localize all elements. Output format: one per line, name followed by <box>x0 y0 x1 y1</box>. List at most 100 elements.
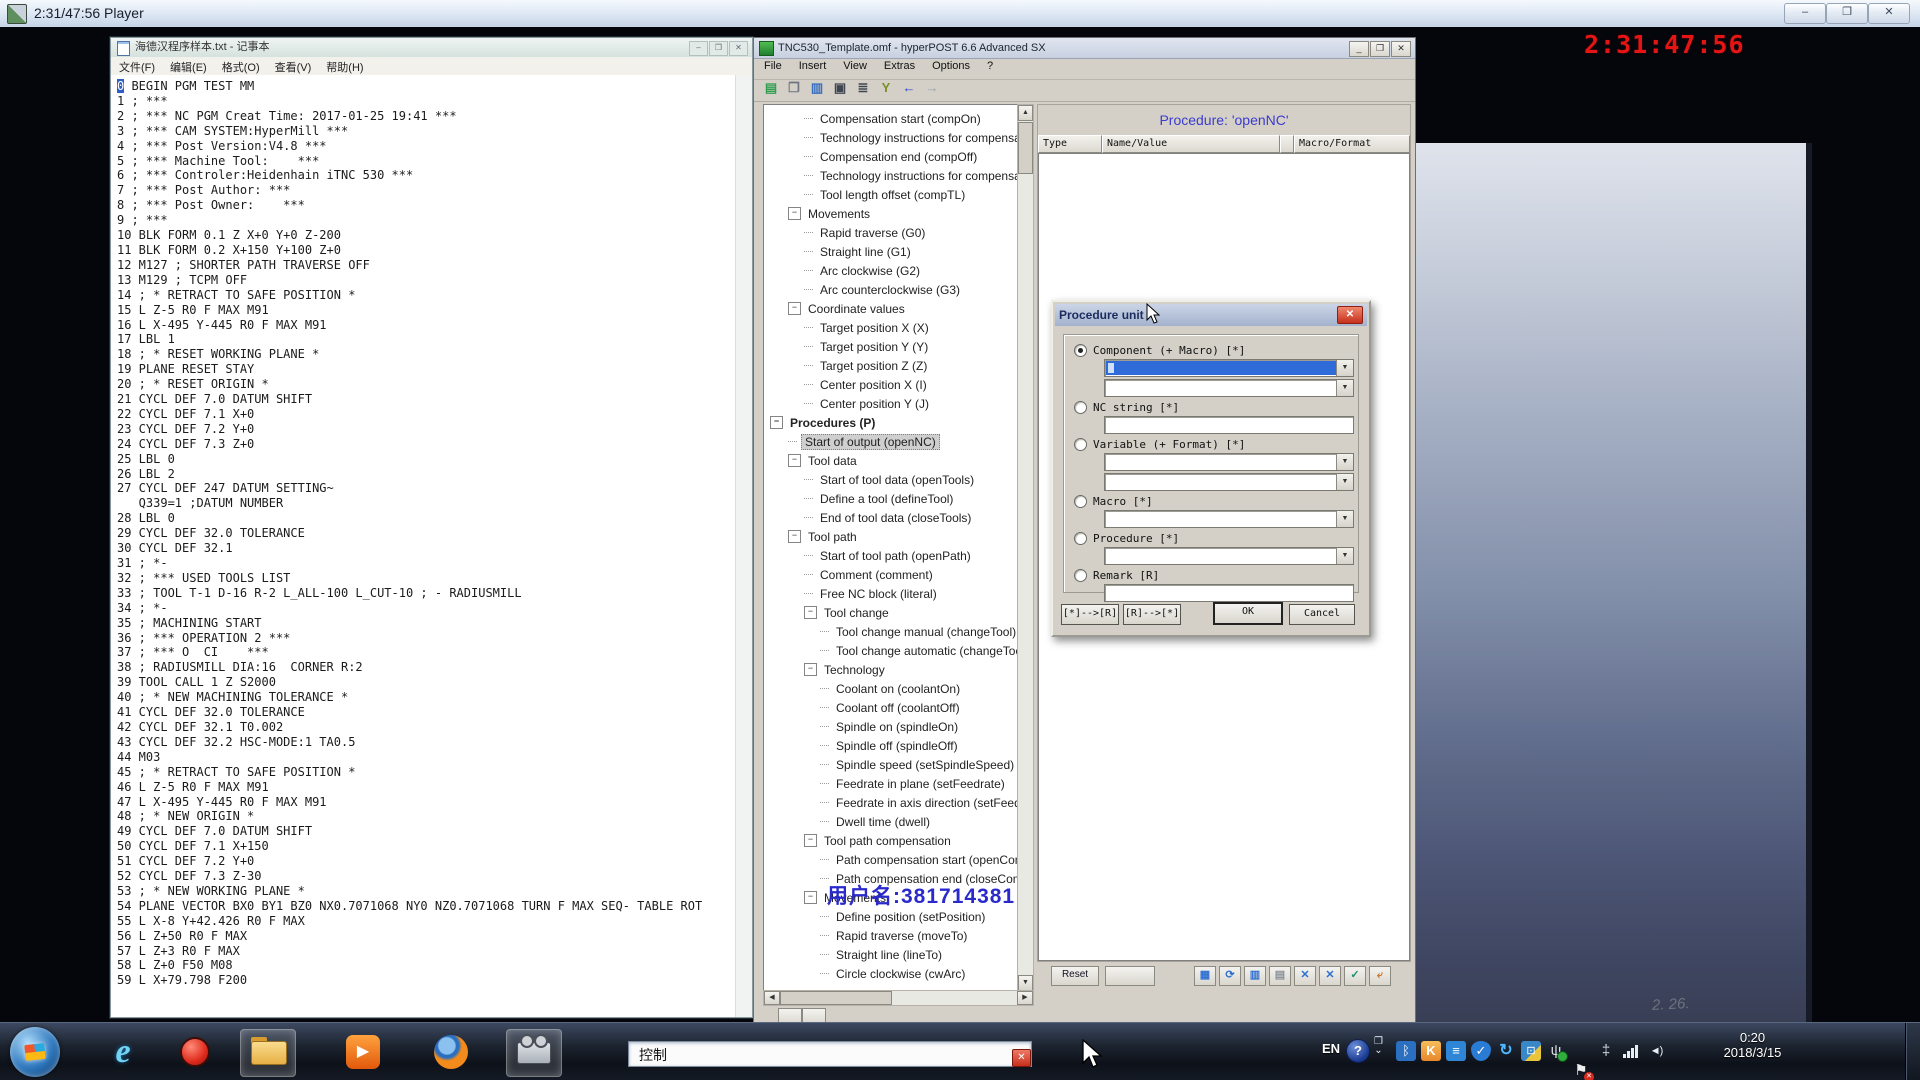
tree-item[interactable]: Target position Z (Z) <box>804 356 930 375</box>
tree-item[interactable]: Straight line (lineTo) <box>820 945 945 964</box>
save-icon[interactable]: ▣ <box>831 79 849 97</box>
tree-item[interactable]: Rapid traverse (G0) <box>804 223 928 242</box>
app-k-icon[interactable]: K <box>1421 1041 1441 1061</box>
tree-item[interactable]: Technology instructions for compensat <box>804 128 1019 147</box>
dialog-close-icon[interactable]: ✕ <box>1337 306 1363 324</box>
radio-button[interactable] <box>1074 401 1087 414</box>
close-button[interactable]: ✕ <box>1391 41 1411 57</box>
forward-icon[interactable]: → <box>923 79 941 97</box>
list-view-icon[interactable]: ▤ <box>1269 966 1291 986</box>
close-icon[interactable]: ✕ <box>1319 966 1341 986</box>
menu-item[interactable]: 文件(F) <box>119 59 155 76</box>
tree-item[interactable]: −Coordinate values <box>788 299 908 318</box>
tree-item[interactable]: Center position Y (J) <box>804 394 932 413</box>
tree-item[interactable]: Comment (comment) <box>804 565 936 584</box>
tree-item[interactable]: Technology instructions for compensat <box>804 166 1019 185</box>
tree-item[interactable]: Target position Y (Y) <box>804 337 931 356</box>
tree-item[interactable]: Feedrate in axis direction (setFeedr <box>820 793 1019 812</box>
usb-icon[interactable]: ψ <box>1546 1041 1566 1061</box>
radio-button[interactable] <box>1074 344 1087 357</box>
bluetooth-icon[interactable]: ᛒ <box>1396 1041 1416 1061</box>
tree-item[interactable]: −Tool data <box>788 451 860 470</box>
notepad-text-area[interactable]: 0 BEGIN PGM TEST MM1 ; ***2 ; *** NC PGM… <box>111 75 736 1017</box>
collapse-icon[interactable]: − <box>804 891 817 904</box>
new-file-icon[interactable]: ▤ <box>762 79 780 97</box>
tree-item[interactable]: Feedrate in plane (setFeedrate) <box>820 774 1008 793</box>
tree-horizontal-scrollbar[interactable]: ◀ ▶ <box>763 990 1034 1006</box>
tree-item[interactable]: Compensation end (compOff) <box>804 147 980 166</box>
sync-swirl-icon[interactable]: ↻ <box>1496 1041 1516 1061</box>
tree-item[interactable]: Arc clockwise (G2) <box>804 261 923 280</box>
text-field[interactable] <box>1104 416 1354 434</box>
tree-item[interactable]: Spindle on (spindleOn) <box>820 717 961 736</box>
apply-icon[interactable]: ✓ <box>1344 966 1366 986</box>
field-close-icon[interactable]: ✕ <box>1012 1049 1031 1067</box>
collapse-icon[interactable]: − <box>804 834 817 847</box>
radio-button[interactable] <box>1074 532 1087 545</box>
tree-item[interactable]: Path compensation start (openCom <box>820 850 1019 869</box>
start-button[interactable] <box>10 1027 60 1077</box>
tree-item[interactable]: −Tool path <box>788 527 860 546</box>
video-area[interactable]: 2:31:47:56 2. 26. 海德汉程序样本.txt - 记事本 –❐✕ … <box>0 27 1920 1022</box>
dropdown-arrow-icon[interactable]: ▼ <box>1336 548 1353 564</box>
tree-item[interactable]: −Technology <box>804 660 888 679</box>
taskbar-clock[interactable]: 0:20 2018/3/15 <box>1695 1030 1810 1060</box>
power-plug-icon[interactable]: ‡ <box>1596 1041 1616 1061</box>
minimize-button[interactable]: – <box>1784 3 1826 24</box>
tree-item[interactable]: −Movements <box>788 204 873 223</box>
notepad-scrollbar[interactable] <box>735 75 752 1017</box>
tree-item[interactable]: Start of tool path (openPath) <box>804 546 974 565</box>
tree-item[interactable]: Spindle speed (setSpindleSpeed) <box>820 755 1017 774</box>
tree-item[interactable]: Center position X (I) <box>804 375 930 394</box>
maximize-button[interactable]: ❐ <box>1370 41 1390 57</box>
capture-icon[interactable]: ⊡ <box>1521 1041 1541 1061</box>
tree-item[interactable]: Straight line (G1) <box>804 242 914 261</box>
column-header[interactable]: Name/Value <box>1102 135 1280 153</box>
collapse-icon[interactable]: − <box>804 663 817 676</box>
tree-item[interactable]: End of tool data (closeTools) <box>804 508 974 527</box>
text-field[interactable] <box>1104 584 1354 602</box>
paste-icon[interactable]: ❐ <box>785 79 803 97</box>
close-button[interactable]: ✕ <box>1868 3 1910 24</box>
filter-icon[interactable]: Y <box>877 79 895 97</box>
tree-item[interactable]: Coolant off (coolantOff) <box>820 698 963 717</box>
collapse-icon[interactable]: − <box>788 207 801 220</box>
media-player-button[interactable]: ▶ <box>336 1029 390 1075</box>
flag-icon[interactable]: ⚑✕ <box>1571 1061 1591 1080</box>
scroll-left-icon[interactable]: ◀ <box>764 991 780 1005</box>
column-header[interactable]: Type <box>1038 135 1102 153</box>
back-icon[interactable]: ← <box>900 79 918 97</box>
close-button[interactable]: ✕ <box>729 41 748 56</box>
delete-icon[interactable]: ✕ <box>1294 966 1316 986</box>
help-tray-icon[interactable]: ? <box>1346 1039 1370 1063</box>
browser-button[interactable] <box>424 1029 478 1075</box>
shield-icon[interactable]: ✓ <box>1471 1041 1491 1061</box>
grid-view-icon[interactable]: ▦ <box>1194 966 1216 986</box>
scroll-down-icon[interactable]: ▼ <box>1018 975 1033 991</box>
minimize-button[interactable]: _ <box>1349 41 1369 57</box>
dropdown-field[interactable]: ▼ <box>1104 359 1354 377</box>
collapse-icon[interactable]: − <box>804 606 817 619</box>
column-header[interactable]: Macro/Format <box>1294 135 1410 153</box>
dropdown-arrow-icon[interactable]: ▼ <box>1336 380 1353 396</box>
dropdown-arrow-icon[interactable]: ▼ <box>1336 454 1353 470</box>
scrollbar-thumb[interactable] <box>780 991 892 1005</box>
maximize-button[interactable]: ❐ <box>709 41 728 56</box>
dropdown-field[interactable]: ▼ <box>1104 510 1354 528</box>
network-icon[interactable] <box>1621 1041 1641 1061</box>
tree-item[interactable]: Dwell time (dwell) <box>820 812 933 831</box>
collapse-icon[interactable]: − <box>788 530 801 543</box>
tree-item[interactable]: Rapid traverse (moveTo) <box>820 926 970 945</box>
hyperpost-titlebar[interactable]: TNC530_Template.omf - hyperPOST 6.6 Adva… <box>754 38 1415 59</box>
ok-button[interactable]: OK <box>1213 602 1283 625</box>
explorer-button[interactable] <box>240 1029 296 1077</box>
playlist-icon[interactable]: ≡ <box>1446 1041 1466 1061</box>
tree-item[interactable]: −Procedures (P) <box>770 413 878 432</box>
undo-icon[interactable]: ⤶ <box>1369 966 1391 986</box>
tree-item[interactable]: −Tool path compensation <box>804 831 954 850</box>
dropdown-field[interactable]: ▼ <box>1104 547 1354 565</box>
dropdown-field[interactable]: ▼ <box>1104 379 1354 397</box>
transfer-to-remark-button[interactable]: [*]-->[R] <box>1061 604 1119 625</box>
table-view-icon[interactable]: ▥ <box>1244 966 1266 986</box>
control-taskbar-field[interactable]: 控制 <box>628 1041 1032 1067</box>
